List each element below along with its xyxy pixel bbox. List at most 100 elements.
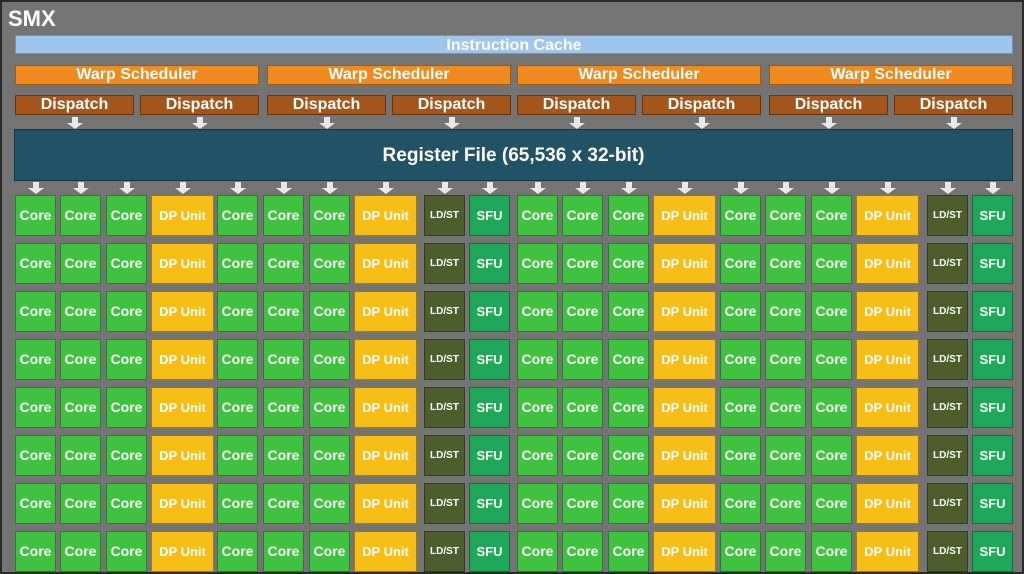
core-unit: Core: [217, 531, 258, 572]
sfu-unit: SFU: [469, 531, 510, 572]
regfile-arrow-icon: [377, 182, 394, 194]
core-unit: Core: [217, 195, 258, 236]
dp-unit: DP Unit: [354, 195, 417, 236]
dp-unit: DP Unit: [653, 483, 716, 524]
regfile-arrow-icon: [275, 182, 292, 194]
core-unit: Core: [562, 483, 603, 524]
core-unit: Core: [608, 291, 649, 332]
dp-unit: DP Unit: [354, 291, 417, 332]
dispatch-arrow-icon: [820, 117, 837, 129]
sfu-unit: SFU: [469, 483, 510, 524]
core-unit: Core: [309, 387, 350, 428]
dp-unit: DP Unit: [856, 243, 919, 284]
dp-unit: DP Unit: [354, 243, 417, 284]
core-unit: Core: [811, 387, 852, 428]
regfile-arrow-icon: [321, 182, 338, 194]
dp-unit: DP Unit: [856, 339, 919, 380]
ldst-unit: LD/ST: [927, 339, 968, 380]
dp-unit: DP Unit: [653, 435, 716, 476]
core-unit: Core: [811, 435, 852, 476]
dp-unit: DP Unit: [151, 339, 214, 380]
core-unit: Core: [608, 339, 649, 380]
dp-unit: DP Unit: [151, 483, 214, 524]
dp-unit: DP Unit: [856, 291, 919, 332]
core-unit: Core: [517, 435, 558, 476]
dp-unit: DP Unit: [151, 195, 214, 236]
core-unit: Core: [720, 339, 761, 380]
core-unit: Core: [765, 387, 806, 428]
regfile-arrow-icon: [777, 182, 794, 194]
core-unit: Core: [15, 243, 56, 284]
ldst-unit: LD/ST: [927, 483, 968, 524]
core-unit: Core: [217, 483, 258, 524]
core-unit: Core: [309, 339, 350, 380]
core-unit: Core: [60, 195, 101, 236]
core-unit: Core: [562, 339, 603, 380]
core-unit: Core: [608, 483, 649, 524]
warp-scheduler-3: Warp Scheduler: [517, 65, 761, 85]
core-unit: Core: [517, 291, 558, 332]
sfu-unit: SFU: [972, 531, 1013, 572]
sfu-unit: SFU: [972, 243, 1013, 284]
dp-unit: DP Unit: [354, 339, 417, 380]
regfile-arrow-icon: [879, 182, 896, 194]
dp-unit: DP Unit: [856, 435, 919, 476]
ldst-unit: LD/ST: [927, 387, 968, 428]
core-unit: Core: [263, 483, 304, 524]
core-unit: Core: [517, 339, 558, 380]
core-unit: Core: [517, 195, 558, 236]
core-unit: Core: [765, 291, 806, 332]
sfu-unit: SFU: [469, 435, 510, 476]
core-unit: Core: [562, 531, 603, 572]
core-unit: Core: [106, 531, 147, 572]
regfile-arrow-icon: [984, 182, 1001, 194]
core-unit: Core: [517, 531, 558, 572]
core-unit: Core: [811, 483, 852, 524]
ldst-unit: LD/ST: [927, 435, 968, 476]
ldst-unit: LD/ST: [927, 291, 968, 332]
ldst-unit: LD/ST: [424, 435, 465, 476]
dp-unit: DP Unit: [151, 387, 214, 428]
core-unit: Core: [720, 387, 761, 428]
core-unit: Core: [811, 339, 852, 380]
core-unit: Core: [106, 195, 147, 236]
core-unit: Core: [517, 483, 558, 524]
smx-title: SMX: [8, 6, 56, 31]
core-unit: Core: [263, 435, 304, 476]
core-unit: Core: [15, 483, 56, 524]
ldst-unit: LD/ST: [424, 339, 465, 380]
core-unit: Core: [765, 339, 806, 380]
core-unit: Core: [720, 483, 761, 524]
core-unit: Core: [765, 195, 806, 236]
core-unit: Core: [309, 291, 350, 332]
core-unit: Core: [15, 291, 56, 332]
ldst-unit: LD/ST: [424, 243, 465, 284]
core-unit: Core: [60, 243, 101, 284]
core-unit: Core: [263, 531, 304, 572]
dp-unit: DP Unit: [653, 339, 716, 380]
core-unit: Core: [608, 195, 649, 236]
dispatch-unit-3: Dispatch: [267, 95, 386, 115]
core-unit: Core: [562, 195, 603, 236]
dp-unit: DP Unit: [151, 435, 214, 476]
dp-unit: DP Unit: [653, 291, 716, 332]
core-unit: Core: [106, 339, 147, 380]
core-unit: Core: [60, 339, 101, 380]
regfile-arrow-icon: [574, 182, 591, 194]
core-unit: Core: [720, 531, 761, 572]
warp-scheduler-4: Warp Scheduler: [769, 65, 1013, 85]
core-unit: Core: [60, 531, 101, 572]
dp-unit: DP Unit: [354, 387, 417, 428]
core-unit: Core: [309, 435, 350, 476]
core-unit: Core: [309, 483, 350, 524]
core-unit: Core: [608, 435, 649, 476]
dispatch-arrow-icon: [693, 117, 710, 129]
sfu-unit: SFU: [972, 195, 1013, 236]
dispatch-unit-6: Dispatch: [642, 95, 761, 115]
ldst-unit: LD/ST: [927, 243, 968, 284]
register-file: Register File (65,536 x 32-bit): [14, 129, 1013, 181]
core-unit: Core: [608, 243, 649, 284]
sfu-unit: SFU: [469, 195, 510, 236]
dp-unit: DP Unit: [653, 531, 716, 572]
core-unit: Core: [309, 243, 350, 284]
